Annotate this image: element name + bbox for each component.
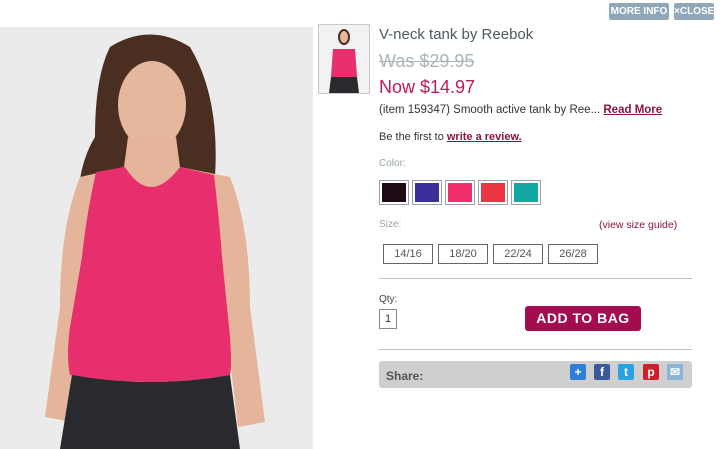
add-to-bag-button[interactable]: ADD TO BAG [525,306,641,331]
swatch-fill [448,183,472,202]
swatch-fill [514,183,538,202]
facebook-icon[interactable]: f [594,364,610,380]
product-description: (item 159347) Smooth active tank by Ree.… [379,104,662,116]
share-bar: Share: + f t p ✉ [379,361,692,388]
size-option[interactable]: 22/24 [493,244,543,264]
share-label: Share: [386,369,424,383]
twitter-icon[interactable]: t [618,364,634,380]
color-swatch[interactable] [412,180,442,205]
size-guide-link[interactable]: (view size guide) [599,219,677,231]
read-more-link[interactable]: Read More [603,104,662,116]
model-wearing-tank-image [0,27,313,449]
add-share-icon[interactable]: + [570,364,586,380]
pinterest-icon[interactable]: p [643,364,659,380]
product-thumbnail[interactable] [318,24,370,94]
color-swatch[interactable] [511,180,541,205]
original-price: Was $29.95 [379,51,475,71]
divider [379,278,692,279]
swatch-fill [382,183,406,202]
divider [379,349,692,350]
quantity-label: Qty: [379,294,398,305]
color-swatch[interactable] [379,180,409,205]
product-title: V-neck tank by Reebok [379,26,534,43]
email-icon[interactable]: ✉ [667,364,683,380]
review-prefix: Be the first to [379,131,444,143]
more-info-button[interactable]: MORE INFO [609,3,669,20]
close-label: CLOSE [679,6,715,17]
size-option[interactable]: 14/16 [383,244,433,264]
review-prompt: Be the first to write a review. [379,131,522,143]
description-text: (item 159347) Smooth active tank by Ree.… [379,104,601,116]
swatch-fill [481,183,505,202]
thumbnail-image [319,25,369,93]
product-main-image [0,27,313,449]
write-review-link[interactable]: write a review. [447,131,522,143]
color-swatch[interactable] [478,180,508,205]
close-button[interactable]: ×CLOSE [674,3,714,20]
color-label: Color: [379,158,406,169]
quantity-input[interactable]: 1 [379,309,397,329]
size-option[interactable]: 18/20 [438,244,488,264]
swatch-fill [415,183,439,202]
color-swatch[interactable] [445,180,475,205]
size-option[interactable]: 26/28 [548,244,598,264]
sale-price: Now $14.97 [379,77,476,97]
size-label: Size: [379,219,402,230]
